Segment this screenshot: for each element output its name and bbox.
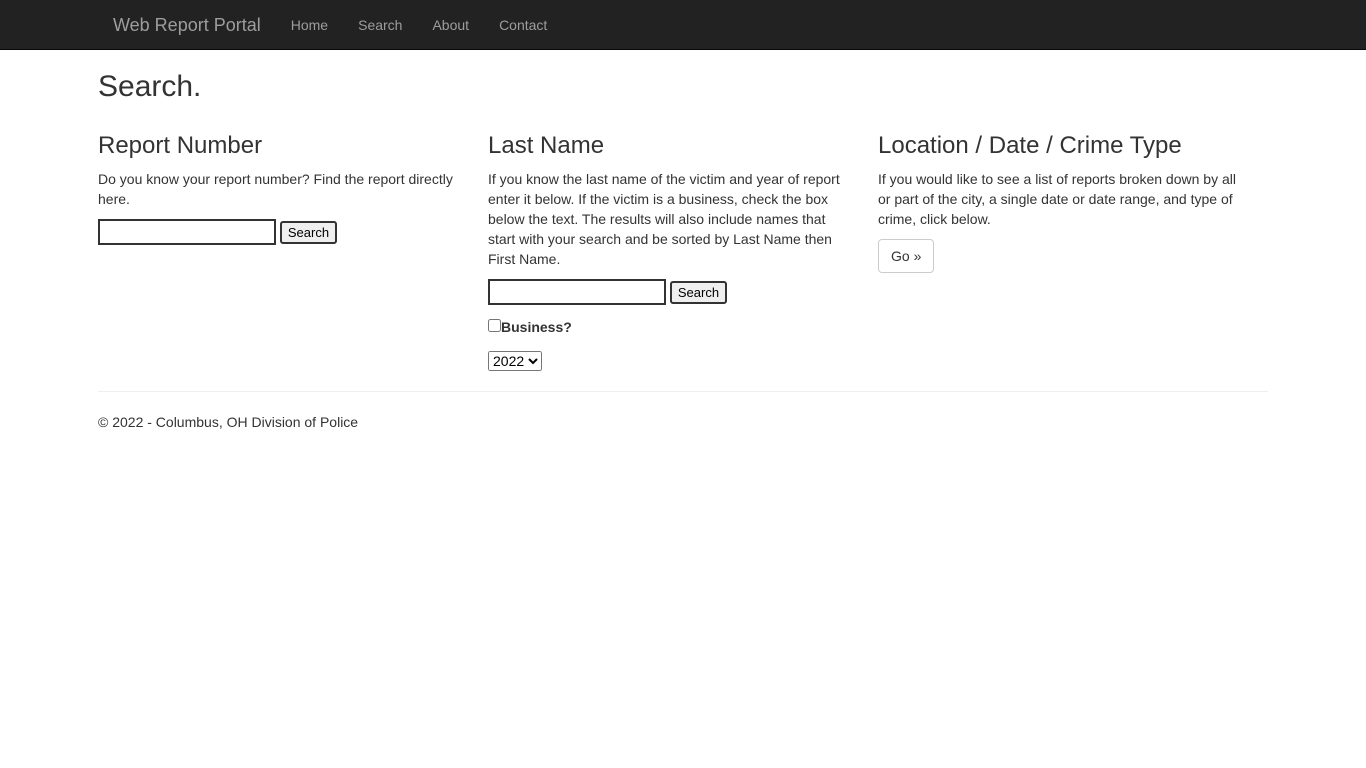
last-name-text: If you know the last name of the victim … bbox=[488, 171, 840, 267]
business-label: Business? bbox=[501, 319, 572, 335]
divider bbox=[98, 391, 1268, 392]
last-name-title: Last Name bbox=[488, 132, 605, 159]
business-checkbox[interactable] bbox=[488, 319, 501, 332]
location-text: If you would like to see a list of repor… bbox=[878, 171, 1236, 227]
location-title: Location / Date / Crime Type bbox=[878, 132, 1182, 159]
footer: © 2022 - Columbus, OH Division of Police bbox=[98, 414, 359, 430]
last-name-search-button[interactable]: Search bbox=[669, 280, 728, 304]
year-select[interactable]: 2022 bbox=[488, 351, 542, 371]
brand-link[interactable]: Web Report Portal bbox=[98, 15, 276, 35]
report-number-title: Report Number bbox=[98, 132, 263, 159]
report-number-text: Do you know your report number? Find the… bbox=[98, 171, 453, 207]
go-button[interactable]: Go » bbox=[878, 239, 935, 273]
nav-about[interactable]: About bbox=[417, 15, 484, 35]
last-name-section: Last Name If you know the last name of t… bbox=[488, 133, 848, 371]
report-number-section: Report Number Do you know your report nu… bbox=[98, 133, 458, 371]
location-section: Location / Date / Crime Type If you woul… bbox=[878, 133, 1238, 371]
report-number-input[interactable] bbox=[98, 219, 276, 245]
navbar: Web Report Portal Home Search About Cont… bbox=[0, 0, 1366, 50]
nav-contact[interactable]: Contact bbox=[484, 15, 562, 35]
nav-search[interactable]: Search bbox=[343, 15, 417, 35]
report-search-button[interactable]: Search bbox=[279, 220, 338, 244]
last-name-input[interactable] bbox=[488, 279, 666, 305]
nav-home[interactable]: Home bbox=[276, 15, 343, 35]
page-title: Search. bbox=[98, 70, 202, 103]
